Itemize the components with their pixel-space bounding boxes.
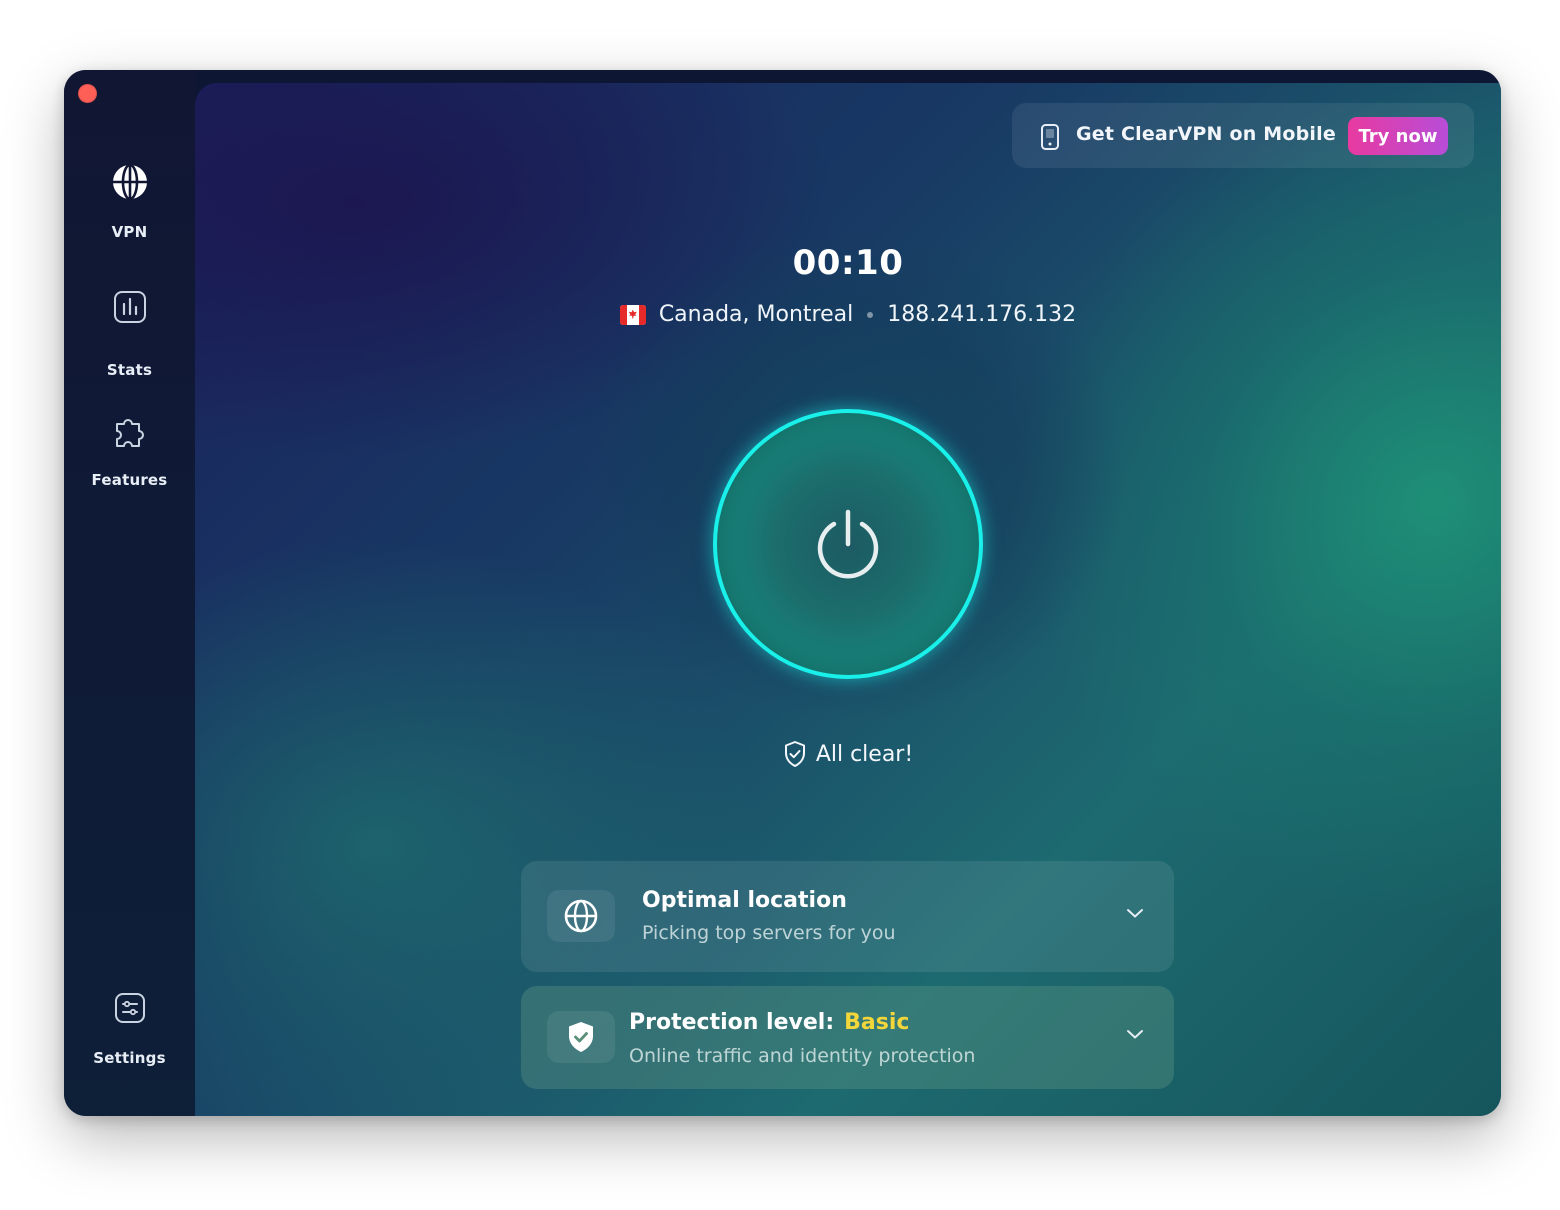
main-panel: Get ClearVPN on Mobile Try now 00:10 Can… — [195, 83, 1501, 1116]
protection-subtitle: Online traffic and identity protection — [629, 1045, 976, 1067]
mobile-promo-banner: Get ClearVPN on Mobile Try now — [1012, 103, 1474, 168]
sliders-icon — [114, 993, 145, 1023]
status-text: All clear! — [815, 741, 914, 767]
protection-level-value: Basic — [844, 1010, 910, 1035]
app-window: VPN Stats Features Settings Get ClearVPN… — [64, 70, 1501, 1116]
chevron-down-icon — [1127, 909, 1143, 918]
security-status: All clear! — [195, 740, 1501, 768]
chart-icon — [113, 291, 146, 323]
sidebar-item-label: Features — [91, 471, 168, 489]
canada-flag-icon — [619, 304, 646, 325]
location-title: Optimal location — [642, 888, 847, 913]
separator-dot — [867, 311, 874, 318]
window-close-button[interactable] — [78, 84, 97, 103]
globe-icon — [564, 899, 598, 933]
chevron-down-icon — [1127, 1030, 1143, 1039]
location-subtitle: Picking top servers for you — [642, 922, 896, 944]
ip-address: 188.241.176.132 — [887, 302, 1077, 327]
sidebar-item-stats[interactable]: Stats — [64, 290, 195, 379]
shield-check-icon — [569, 1022, 593, 1052]
power-icon — [817, 509, 879, 579]
connection-info: Canada, Montreal 188.241.176.132 — [195, 302, 1501, 327]
sidebar-item-label: Stats — [106, 361, 153, 379]
sidebar-item-label: VPN — [111, 223, 148, 241]
protection-level-card[interactable]: Protection level: Basic Online traffic an… — [521, 986, 1174, 1089]
protection-title: Protection level: Basic — [629, 1010, 909, 1035]
sidebar: VPN Stats Features Settings — [64, 70, 195, 1116]
protection-label: Protection level: — [629, 1010, 835, 1035]
globe-icon — [112, 163, 147, 201]
promo-text: Get ClearVPN on Mobile — [1076, 123, 1336, 145]
protection-icon-box — [547, 1011, 615, 1063]
sidebar-item-settings[interactable]: Settings — [64, 992, 195, 1067]
optimal-location-card[interactable]: Optimal location Picking top servers for… — [521, 861, 1174, 972]
shield-check-icon — [784, 741, 805, 767]
location-icon-box — [547, 890, 615, 942]
server-location: Canada, Montreal — [658, 302, 854, 327]
connection-timer: 00:10 — [792, 243, 904, 283]
sidebar-item-vpn[interactable]: VPN — [64, 162, 195, 241]
sidebar-item-label: Settings — [93, 1049, 166, 1067]
sidebar-item-features[interactable]: Features — [64, 412, 195, 489]
phone-icon — [1041, 124, 1059, 150]
power-button[interactable] — [713, 409, 983, 679]
try-now-button[interactable]: Try now — [1348, 117, 1448, 155]
puzzle-icon — [115, 419, 144, 447]
